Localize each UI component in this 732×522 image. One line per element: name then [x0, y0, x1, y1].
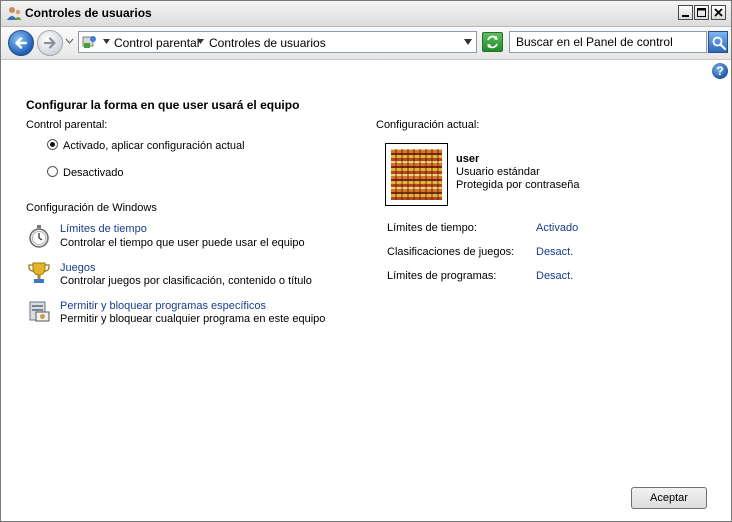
- user-controls-icon: [7, 7, 22, 20]
- help-icon[interactable]: ?: [712, 63, 728, 79]
- games-description: Controlar juegos por clasificación, cont…: [60, 275, 312, 287]
- program-limits-status-value: Desact.: [536, 270, 574, 282]
- arrow-left-icon: [15, 37, 28, 49]
- page-title: Configurar la forma en que user usará el…: [26, 98, 300, 112]
- programs-icon: [29, 301, 50, 322]
- search-icon: [712, 36, 727, 51]
- close-button[interactable]: [711, 5, 726, 20]
- windows-settings-label: Configuración de Windows: [26, 202, 157, 214]
- trophy-icon: [28, 262, 50, 283]
- radio-activated[interactable]: [47, 139, 58, 150]
- search-input[interactable]: [509, 31, 707, 53]
- current-settings-label: Configuración actual:: [376, 119, 480, 131]
- breadcrumb-chevron-icon[interactable]: [197, 39, 204, 44]
- maximize-button[interactable]: [694, 5, 709, 20]
- parental-control-label: Control parental:: [26, 119, 108, 131]
- programs-description: Permitir y bloquear cualquier programa e…: [60, 313, 326, 325]
- address-dropdown-icon[interactable]: [464, 39, 472, 45]
- password-status: Protegida por contraseña: [456, 179, 580, 191]
- games-link[interactable]: Juegos: [60, 262, 95, 274]
- minimize-icon: [682, 15, 689, 17]
- radio-deactivated-label[interactable]: Desactivado: [63, 167, 124, 179]
- control-panel-icon: [82, 36, 96, 48]
- search-button[interactable]: [708, 31, 728, 53]
- stopwatch-icon: [29, 225, 49, 248]
- navigation-bar: Control parental Controles de usuarios: [1, 27, 731, 60]
- close-icon: [714, 8, 723, 17]
- back-button[interactable]: [8, 30, 34, 56]
- time-limits-status-label: Límites de tiempo:: [387, 222, 477, 234]
- time-limits-status-value: Activado: [536, 222, 579, 234]
- user-picture: [391, 149, 442, 200]
- radio-deactivated[interactable]: [47, 166, 58, 177]
- breadcrumb-chevron-icon[interactable]: [103, 39, 110, 44]
- maximize-icon: [697, 8, 706, 17]
- window-title: Controles de usuarios: [25, 6, 152, 20]
- refresh-icon: [487, 35, 498, 49]
- game-ratings-status-value: Desact.: [536, 246, 574, 258]
- game-ratings-status-label: Clasificaciones de juegos:: [387, 246, 515, 258]
- refresh-button[interactable]: [482, 32, 503, 52]
- title-bar: Controles de usuarios: [1, 1, 731, 27]
- minimize-button[interactable]: [678, 5, 693, 20]
- accept-button[interactable]: Aceptar: [631, 487, 707, 509]
- address-bar[interactable]: Control parental Controles de usuarios: [78, 31, 477, 53]
- breadcrumb-item[interactable]: Controles de usuarios: [209, 36, 326, 50]
- chevron-down-icon[interactable]: [65, 38, 74, 45]
- user-name: user: [456, 153, 480, 165]
- arrow-right-icon: [43, 37, 56, 49]
- time-limits-link[interactable]: Límites de tiempo: [60, 223, 147, 235]
- breadcrumb-item[interactable]: Control parental: [114, 36, 199, 50]
- programs-link[interactable]: Permitir y bloquear programas específico…: [60, 300, 266, 312]
- time-limits-description: Controlar el tiempo que user puede usar …: [60, 237, 305, 249]
- program-limits-status-label: Límites de programas:: [387, 270, 497, 282]
- radio-activated-label[interactable]: Activado, aplicar configuración actual: [63, 140, 245, 152]
- forward-button[interactable]: [37, 30, 63, 56]
- account-type: Usuario estándar: [456, 166, 540, 178]
- avatar: [385, 143, 448, 206]
- window: Controles de usuarios Control parental C…: [0, 0, 732, 522]
